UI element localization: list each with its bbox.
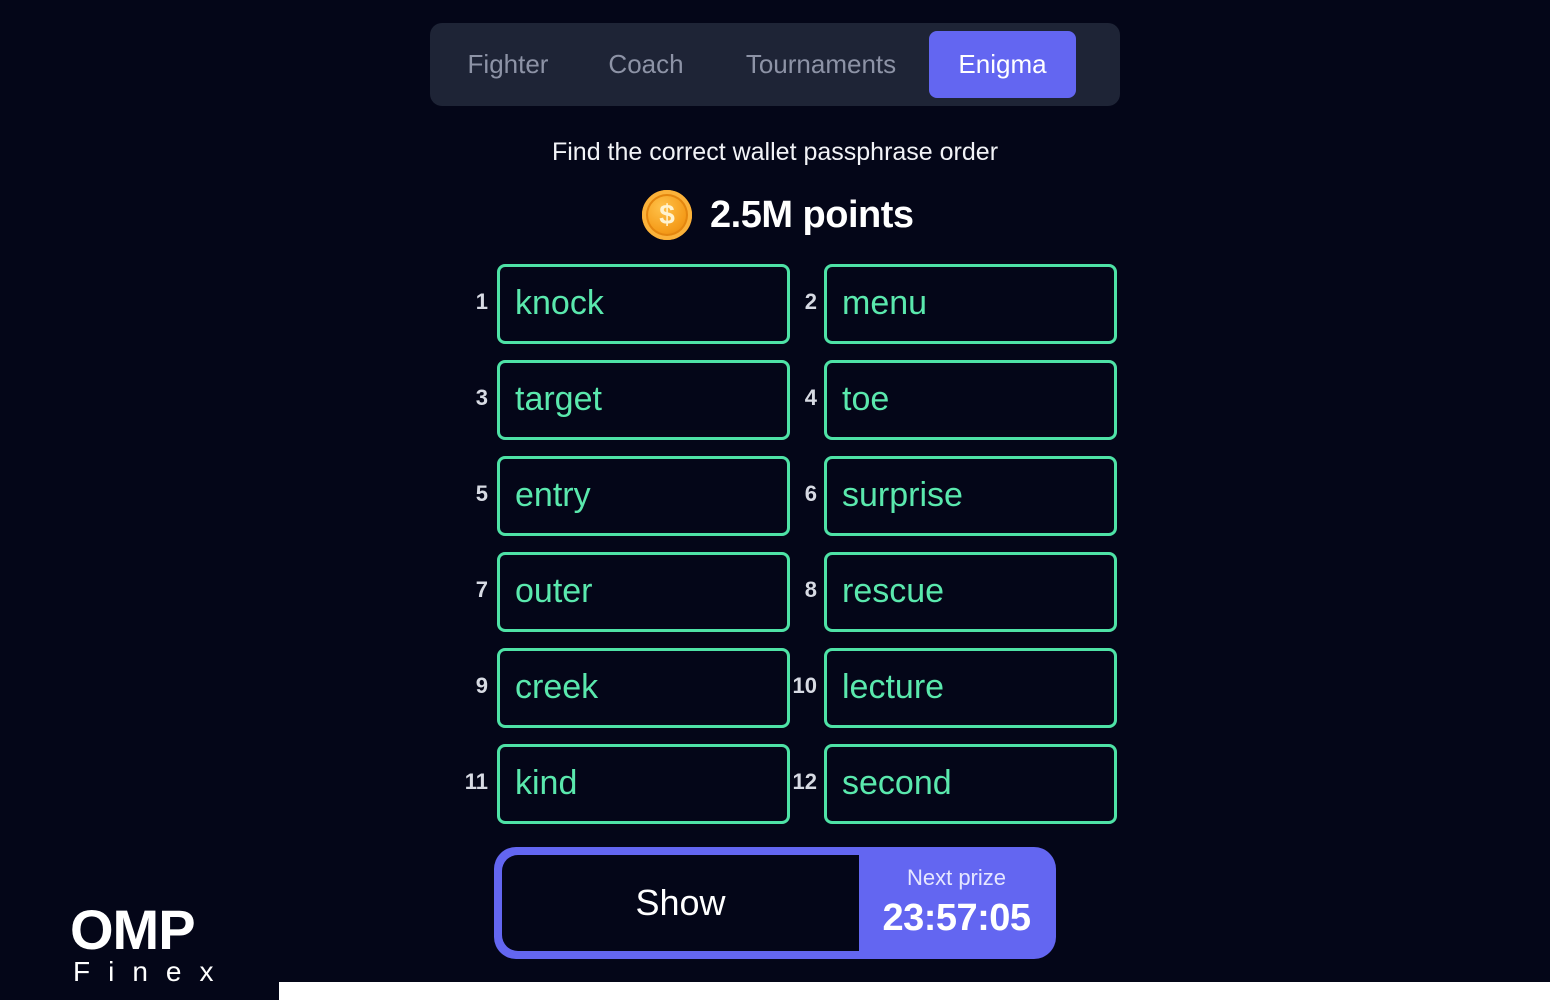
word-tile[interactable]: kind bbox=[497, 744, 790, 824]
word-tile[interactable]: surprise bbox=[824, 456, 1117, 536]
slot-number: 2 bbox=[804, 289, 817, 314]
passphrase-slot: 2 menu bbox=[787, 262, 1117, 344]
passphrase-grid: 1 knock 2 menu 3 target 4 toe 5 entry 6 … bbox=[460, 262, 1117, 832]
points-value: 2.5M points bbox=[710, 193, 914, 236]
passphrase-slot: 1 knock bbox=[460, 262, 790, 344]
tab-tournaments[interactable]: Tournaments bbox=[728, 31, 914, 98]
word-tile[interactable]: knock bbox=[497, 264, 790, 344]
word-tile[interactable]: lecture bbox=[824, 648, 1117, 728]
coin-symbol: $ bbox=[659, 199, 675, 230]
enigma-page: Fighter Coach Tournaments Enigma Find th… bbox=[0, 0, 1550, 1000]
slot-number: 3 bbox=[475, 385, 488, 410]
next-prize-timer: 23:57:05 bbox=[882, 897, 1031, 939]
word-tile[interactable]: outer bbox=[497, 552, 790, 632]
passphrase-slot: 7 outer bbox=[460, 550, 790, 632]
slot-number: 6 bbox=[804, 481, 817, 506]
word-tile[interactable]: toe bbox=[824, 360, 1117, 440]
slot-number: 9 bbox=[475, 673, 488, 698]
reward-points: $ 2.5M points bbox=[642, 188, 914, 242]
passphrase-slot: 12 second bbox=[787, 742, 1117, 824]
slot-number: 4 bbox=[804, 385, 817, 410]
slot-number: 5 bbox=[475, 481, 488, 506]
passphrase-slot: 5 entry bbox=[460, 454, 790, 536]
passphrase-slot: 9 creek bbox=[460, 646, 790, 728]
passphrase-slot: 11 kind bbox=[460, 742, 790, 824]
word-tile[interactable]: menu bbox=[824, 264, 1117, 344]
dollar-coin-icon: $ bbox=[642, 190, 692, 240]
word-tile[interactable]: rescue bbox=[824, 552, 1117, 632]
tab-coach[interactable]: Coach bbox=[590, 31, 702, 98]
tab-fighter[interactable]: Fighter bbox=[450, 31, 566, 98]
passphrase-slot: 4 toe bbox=[787, 358, 1117, 440]
instruction-text: Find the correct wallet passphrase order bbox=[551, 138, 999, 166]
tab-enigma[interactable]: Enigma bbox=[929, 31, 1076, 98]
show-button[interactable]: Show bbox=[502, 855, 859, 951]
slot-number: 11 bbox=[464, 769, 488, 794]
passphrase-slot: 10 lecture bbox=[787, 646, 1117, 728]
word-tile[interactable]: entry bbox=[497, 456, 790, 536]
passphrase-slot: 3 target bbox=[460, 358, 790, 440]
passphrase-slot: 6 surprise bbox=[787, 454, 1117, 536]
slot-number: 10 bbox=[792, 673, 817, 698]
slot-number: 1 bbox=[475, 289, 488, 314]
slot-number: 8 bbox=[804, 577, 817, 602]
slot-number: 7 bbox=[475, 577, 488, 602]
bottom-strip bbox=[279, 982, 1550, 1000]
word-tile[interactable]: creek bbox=[497, 648, 790, 728]
passphrase-slot: 8 rescue bbox=[787, 550, 1117, 632]
word-tile[interactable]: target bbox=[497, 360, 790, 440]
brand-logo: OMP Finex bbox=[70, 900, 230, 986]
word-tile[interactable]: second bbox=[824, 744, 1117, 824]
logo-sub-text: Finex bbox=[73, 956, 232, 987]
tab-bar: Fighter Coach Tournaments Enigma bbox=[430, 23, 1120, 106]
action-bar: Show Next prize 23:57:05 bbox=[494, 847, 1056, 959]
logo-main-text: OMP bbox=[70, 898, 196, 961]
slot-number: 12 bbox=[792, 769, 817, 794]
next-prize-label: Next prize bbox=[906, 865, 1007, 890]
